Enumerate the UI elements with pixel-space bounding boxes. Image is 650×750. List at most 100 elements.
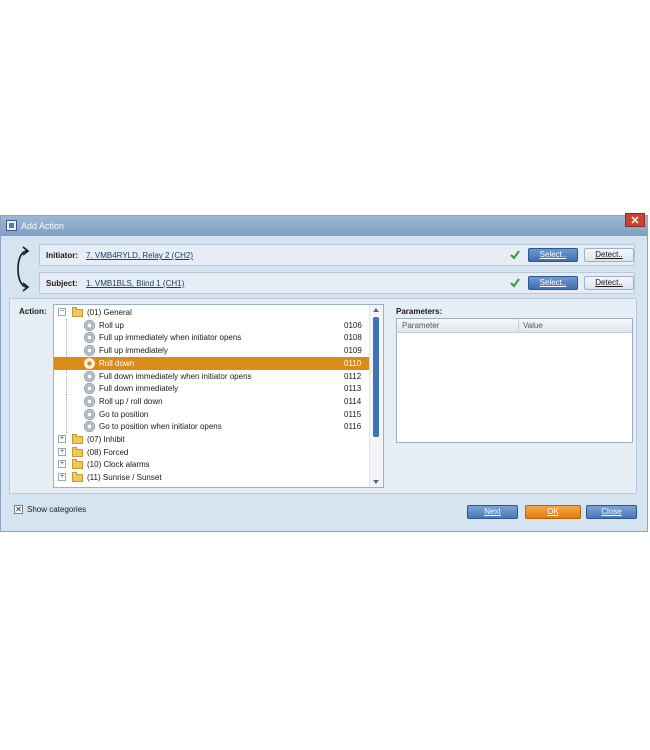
tree-category-label: (10) Clock alarms	[87, 460, 150, 470]
tree-action-code: 0108	[344, 333, 362, 343]
tree-action-code: 0116	[344, 422, 362, 432]
tree-connector	[66, 356, 67, 370]
tree-connector	[66, 344, 67, 358]
initiator-label: Initiator:	[46, 251, 78, 260]
folder-icon	[72, 472, 83, 483]
folder-icon	[72, 434, 83, 444]
gear-icon	[84, 357, 95, 369]
folder-icon	[72, 446, 83, 457]
gear-icon	[84, 370, 95, 382]
subject-detect-button[interactable]: Detect..	[584, 276, 634, 290]
tree-action-label: Go to position when initiator opens	[99, 422, 222, 432]
tree-action-item[interactable]: Go to position 0115	[54, 407, 371, 421]
tree-scrollbar[interactable]	[369, 305, 383, 487]
initiator-link[interactable]: 7. VMB4RYLD, Relay 2 (CH2)	[86, 251, 193, 260]
scroll-thumb[interactable]	[373, 317, 379, 437]
action-tree[interactable]: + (11) Sunrise / Sunset + (10) Clock alarms…	[53, 304, 384, 488]
tree-category[interactable]: − (01) General	[54, 306, 371, 319]
tree-connector	[66, 331, 67, 345]
tree-connector	[66, 382, 67, 396]
tree-action-item[interactable]: Full up immediately when initiator opens…	[54, 331, 371, 345]
gear-icon	[84, 332, 95, 344]
gear-icon	[84, 395, 95, 407]
tree-category-label: (11) Sunrise / Sunset	[87, 473, 162, 483]
tree-category[interactable]: + (11) Sunrise / Sunset	[54, 471, 371, 484]
subject-link[interactable]: 1. VMB1BLS, Blind 1 (CH1)	[86, 279, 184, 288]
column-header-parameter[interactable]: Parameter	[402, 321, 439, 330]
collapse-icon[interactable]: −	[58, 308, 66, 316]
column-header-value[interactable]: Value	[523, 321, 543, 330]
checkmark-icon	[510, 250, 520, 260]
title-bar: Add Action ✕	[1, 213, 647, 236]
tree-action-label: Full down immediately when initiator ope…	[99, 371, 252, 381]
gear-icon	[84, 345, 95, 357]
ok-button[interactable]: OK	[525, 505, 581, 519]
tree-connector	[66, 369, 67, 383]
tree-action-label: Go to position	[99, 409, 149, 419]
app-icon	[6, 220, 17, 231]
tree-action-code: 0115	[344, 409, 362, 419]
tree-connector	[66, 407, 67, 421]
initiator-detect-button[interactable]: Detect..	[584, 248, 634, 262]
tree-action-label: Full up immediately when initiator opens	[99, 333, 242, 343]
tree-action-item[interactable]: Roll up / roll down 0114	[54, 394, 371, 408]
tree-action-item[interactable]: Roll down 0110	[54, 356, 371, 370]
parameters-header: Parameter Value	[397, 319, 632, 333]
tree-action-label: Roll up	[99, 320, 124, 330]
subject-row: Subject: 1. VMB1BLS, Blind 1 (CH1) Selec…	[39, 272, 635, 294]
tree-action-code: 0113	[344, 384, 362, 394]
expand-icon[interactable]: +	[58, 435, 66, 443]
gear-icon	[84, 383, 95, 395]
action-label: Action:	[19, 307, 47, 316]
tree-connector	[66, 394, 67, 408]
folder-icon	[72, 459, 83, 470]
subject-select-button[interactable]: Select..	[528, 276, 578, 290]
tree-category-label: (01) General	[87, 308, 132, 317]
tree-action-label: Full down immediately	[99, 384, 179, 394]
close-window-button[interactable]: ✕	[625, 213, 645, 227]
tree-action-code: 0110	[344, 358, 362, 368]
tree-category-label: (08) Forced	[87, 447, 129, 457]
tree-action-label: Full up immediately	[99, 346, 168, 356]
tree-category[interactable]: + (10) Clock alarms	[54, 458, 371, 471]
main-panel: Action: + (11) Sunrise / Sunset + (10) Cloc…	[9, 298, 637, 494]
tree-category-label: (07) Inhibit	[87, 435, 125, 444]
tree-action-label: Roll up / roll down	[99, 396, 163, 406]
tree-action-item[interactable]: Full down immediately when initiator ope…	[54, 369, 371, 383]
scroll-down-icon[interactable]	[373, 480, 379, 484]
tree-action-code: 0112	[344, 371, 362, 381]
initiator-select-button[interactable]: Select..	[528, 248, 578, 262]
tree-action-item[interactable]: Roll up 0106	[54, 318, 371, 332]
expand-icon[interactable]: +	[58, 447, 66, 456]
tree-action-code: 0109	[344, 346, 362, 356]
parameters-grid[interactable]: Parameter Value	[396, 318, 633, 443]
tree-action-label: Roll down	[99, 358, 135, 368]
show-categories-checkbox[interactable]: ✕	[14, 505, 23, 514]
tree-action-item[interactable]: Go to position when initiator opens 0116	[54, 420, 371, 434]
close-button[interactable]: Close	[586, 505, 637, 519]
tree-category[interactable]: + (07) Inhibit	[54, 433, 371, 446]
tree-category[interactable]: + (08) Forced	[54, 446, 371, 459]
parameters-label: Parameters:	[396, 307, 443, 316]
scroll-up-icon[interactable]	[373, 308, 379, 312]
tree-action-code: 0114	[344, 396, 362, 406]
gear-icon	[84, 421, 95, 433]
expand-icon[interactable]: +	[58, 460, 66, 469]
folder-icon	[72, 307, 83, 317]
tree-action-item[interactable]: Full up immediately 0109	[54, 344, 371, 358]
tree-action-code: 0106	[344, 320, 362, 330]
window-title: Add Action	[21, 221, 65, 231]
initiator-row: Initiator: 7. VMB4RYLD, Relay 2 (CH2) Se…	[39, 244, 635, 266]
tree-connector	[66, 318, 67, 332]
subject-label: Subject:	[46, 279, 78, 288]
gear-icon	[84, 319, 95, 331]
expand-icon[interactable]: +	[58, 473, 66, 482]
tree-action-item[interactable]: Full down immediately 0113	[54, 382, 371, 396]
next-button[interactable]: Next	[467, 505, 518, 519]
add-action-dialog: Add Action ✕ Initiator: 7. VMB4RYLD, Rel…	[0, 213, 648, 532]
swap-arrow-icon[interactable]	[9, 243, 35, 296]
checkmark-icon	[510, 278, 520, 288]
tree-connector	[66, 420, 67, 434]
show-categories-label: Show categories	[27, 505, 87, 514]
column-divider[interactable]	[518, 319, 519, 332]
